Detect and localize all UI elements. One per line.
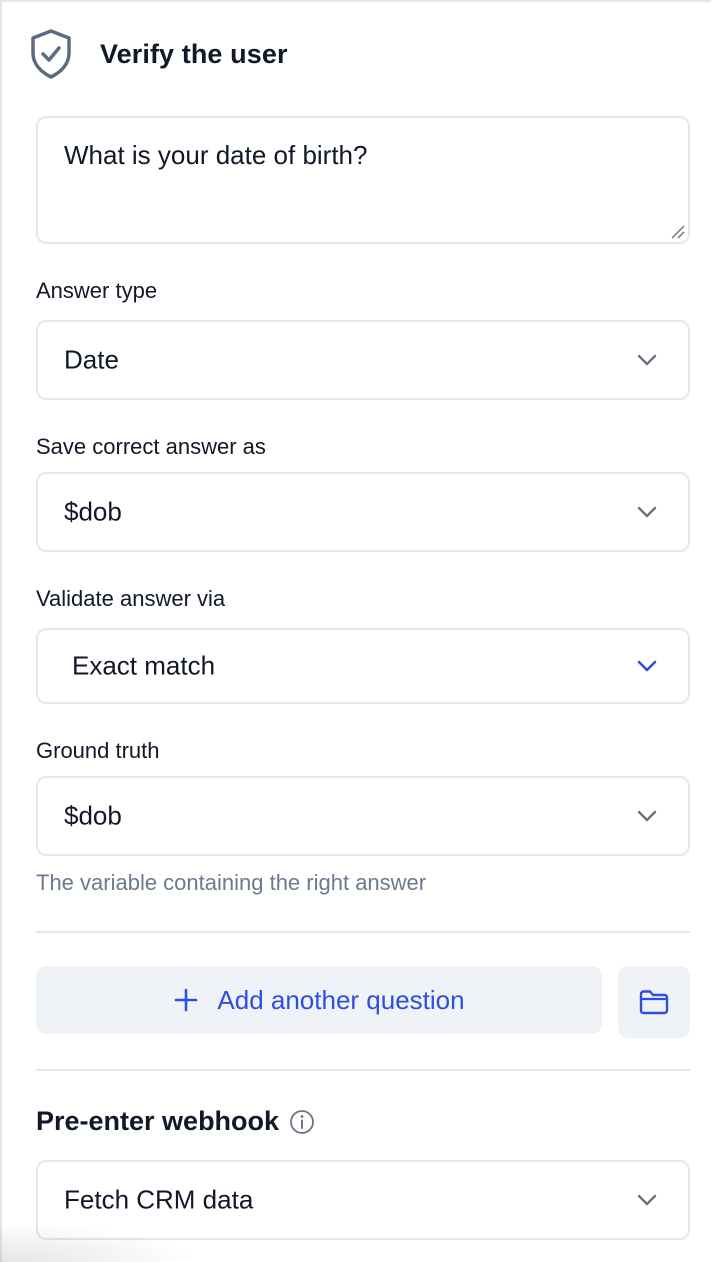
- divider: [36, 931, 690, 933]
- chevron-down-icon: [637, 1194, 657, 1206]
- save-answer-value: $dob: [64, 496, 122, 527]
- webhook-title: Pre-enter webhook: [36, 1106, 280, 1136]
- resize-handle-icon[interactable]: [669, 223, 685, 239]
- info-icon[interactable]: [289, 1109, 315, 1135]
- answer-type-value: Date: [64, 344, 119, 375]
- chevron-down-icon: [637, 354, 657, 366]
- question-textarea[interactable]: What is your date of birth?: [36, 116, 690, 244]
- panel-title: Verify the user: [100, 38, 288, 69]
- ground-truth-select[interactable]: $dob: [36, 776, 690, 856]
- add-question-button[interactable]: Add another question: [36, 966, 602, 1034]
- add-question-label: Add another question: [217, 984, 465, 1015]
- ground-truth-helper: The variable containing the right answer: [36, 870, 427, 895]
- save-answer-select[interactable]: $dob: [36, 472, 690, 552]
- verify-user-panel: Verify the user What is your date of bir…: [0, 0, 711, 1262]
- shield-check-icon: [31, 29, 71, 79]
- validate-value: Exact match: [72, 650, 216, 681]
- ground-truth-value: $dob: [64, 800, 122, 831]
- question-library-button[interactable]: [618, 966, 690, 1038]
- question-text: What is your date of birth?: [64, 140, 368, 170]
- chevron-down-icon: [637, 810, 657, 822]
- webhook-section-title: Pre-enter webhook: [36, 1106, 315, 1137]
- corner-shadow: [0, 1222, 200, 1262]
- chevron-down-icon: [637, 660, 657, 672]
- save-answer-label: Save correct answer as: [36, 434, 266, 459]
- folder-icon: [639, 990, 669, 1015]
- ground-truth-label: Ground truth: [36, 738, 160, 763]
- panel-header: Verify the user: [28, 26, 288, 82]
- validate-label: Validate answer via: [36, 586, 226, 611]
- webhook-value: Fetch CRM data: [64, 1184, 254, 1215]
- chevron-down-icon: [637, 506, 657, 518]
- answer-type-select[interactable]: Date: [36, 320, 690, 400]
- validate-select[interactable]: Exact match: [36, 628, 690, 704]
- divider: [36, 1069, 690, 1071]
- plus-icon: [175, 988, 198, 1012]
- answer-type-label: Answer type: [36, 278, 158, 303]
